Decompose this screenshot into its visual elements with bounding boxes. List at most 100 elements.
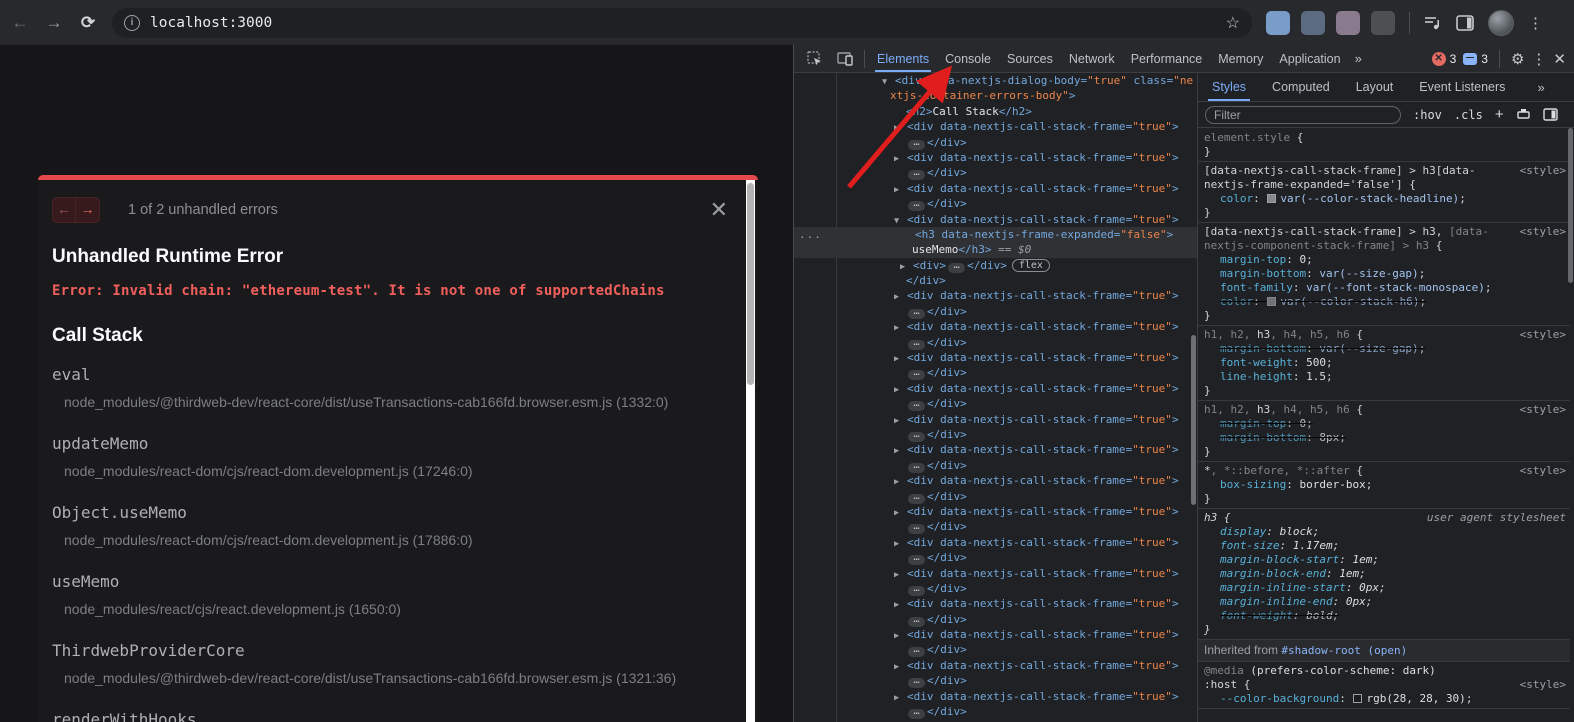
extension-icon[interactable] xyxy=(1301,11,1325,35)
collapsed-content-icon[interactable]: … xyxy=(908,432,925,442)
css-declaration[interactable]: --color-background: rgb(28, 28, 30); xyxy=(1204,692,1566,706)
call-stack-frame[interactable]: renderWithHooksnode_modules/react-dom/cj… xyxy=(52,710,732,722)
elements-scrollbar-thumb[interactable] xyxy=(1191,335,1196,505)
more-panels-icon[interactable]: » xyxy=(1349,51,1368,66)
devtools-tab-memory[interactable]: Memory xyxy=(1210,45,1271,72)
css-declaration[interactable]: font-family: var(--font-stack-monospace)… xyxy=(1204,281,1566,295)
dom-tree-row[interactable]: xtjs-container-errors-body"> xyxy=(794,88,1197,103)
expand-arrow-icon[interactable]: ▶ xyxy=(894,152,907,165)
styles-filter-input[interactable] xyxy=(1205,106,1401,124)
dom-tree-row[interactable]: ▶<div data-nextjs-call-stack-frame="true… xyxy=(794,658,1197,673)
collapsed-content-icon[interactable]: … xyxy=(908,401,925,411)
dom-tree-row[interactable]: ▶<div data-nextjs-call-stack-frame="true… xyxy=(794,319,1197,334)
dom-tree-row[interactable]: …</div> xyxy=(794,335,1197,350)
dom-tree-row[interactable]: …</div> xyxy=(794,196,1197,211)
devtools-menu-icon[interactable]: ⋮ xyxy=(1531,50,1546,68)
dom-tree-row[interactable]: </div> xyxy=(794,273,1197,288)
expand-arrow-icon[interactable]: ▶ xyxy=(894,598,907,611)
new-style-rule-icon[interactable]: + xyxy=(1495,106,1504,123)
dom-tree-row[interactable]: ▶<div data-nextjs-call-stack-frame="true… xyxy=(794,181,1197,196)
collapsed-content-icon[interactable]: … xyxy=(908,586,925,596)
sidebar-tab-computed[interactable]: Computed xyxy=(1272,73,1330,101)
dom-tree-row[interactable]: ...<h3 data-nextjs-frame-expanded="false… xyxy=(794,227,1197,242)
dom-tree-row[interactable]: …</div> xyxy=(794,550,1197,565)
dom-tree-row[interactable]: <h2>Call Stack</h2> xyxy=(794,104,1197,119)
dom-tree-row[interactable]: ▶<div data-nextjs-call-stack-frame="true… xyxy=(794,473,1197,488)
expand-arrow-icon[interactable]: ▶ xyxy=(894,568,907,581)
collapsed-content-icon[interactable]: … xyxy=(908,370,925,380)
css-declaration[interactable]: margin-bottom: var(--size-gap); xyxy=(1204,342,1566,356)
dom-tree-row[interactable]: …</div> xyxy=(794,135,1197,150)
sidebar-tab-event-listeners[interactable]: Event Listeners xyxy=(1419,73,1505,101)
call-stack-frame[interactable]: evalnode_modules/@thirdweb-dev/react-cor… xyxy=(52,365,732,410)
profile-avatar[interactable] xyxy=(1488,10,1514,36)
expand-arrow-icon[interactable]: ▶ xyxy=(894,629,907,642)
expand-arrow-icon[interactable]: ▼ xyxy=(894,214,907,227)
expand-arrow-icon[interactable]: ▶ xyxy=(894,537,907,550)
dom-tree-row[interactable]: …</div> xyxy=(794,581,1197,596)
css-declaration[interactable]: font-weight: bold; xyxy=(1204,609,1566,623)
dom-tree-row[interactable]: …</div> xyxy=(794,704,1197,719)
expand-arrow-icon[interactable]: ▶ xyxy=(894,506,907,519)
expand-arrow-icon[interactable]: ▶ xyxy=(894,383,907,396)
css-rule[interactable]: <style>[data-nextjs-call-stack-frame] > … xyxy=(1198,162,1570,223)
dom-tree-row[interactable]: ▶<div data-nextjs-call-stack-frame="true… xyxy=(794,566,1197,581)
devtools-tab-elements[interactable]: Elements xyxy=(869,45,937,72)
collapsed-content-icon[interactable]: … xyxy=(908,524,925,534)
side-panel-icon[interactable] xyxy=(1456,15,1474,31)
close-overlay-icon[interactable]: ✕ xyxy=(710,197,728,223)
css-declaration[interactable]: margin-inline-end: 0px; xyxy=(1204,595,1566,609)
dom-tree-row[interactable]: ▶<div data-nextjs-call-stack-frame="true… xyxy=(794,442,1197,457)
expand-arrow-icon[interactable]: ▶ xyxy=(894,691,907,704)
dom-tree-row[interactable]: ▶<div data-nextjs-call-stack-frame="true… xyxy=(794,689,1197,704)
dom-tree-row[interactable]: …</div> xyxy=(794,612,1197,627)
reload-icon[interactable]: ⟳ xyxy=(78,13,98,33)
css-rule[interactable]: <style>*, *::before, *::after {box-sizin… xyxy=(1198,462,1570,509)
css-rule[interactable]: <style>h1, h2, h3, h4, h5, h6 {margin-to… xyxy=(1198,401,1570,462)
dom-tree-row[interactable]: ▶<div data-nextjs-call-stack-frame="true… xyxy=(794,627,1197,642)
media-controls-icon[interactable] xyxy=(1424,15,1442,31)
computed-panel-toggle-icon[interactable] xyxy=(1543,108,1558,121)
collapsed-content-icon[interactable]: … xyxy=(908,140,925,150)
pseudo-state-toggle[interactable]: :hov xyxy=(1413,108,1442,122)
css-declaration[interactable]: margin-bottom: 8px; xyxy=(1204,431,1566,445)
collapsed-content-icon[interactable]: … xyxy=(908,494,925,504)
dom-tree-row[interactable]: …</div> xyxy=(794,427,1197,442)
call-stack-frame[interactable]: useMemonode_modules/react/cjs/react.deve… xyxy=(52,572,732,617)
dom-tree-row[interactable]: …</div> xyxy=(794,458,1197,473)
styles-scrollbar-thumb[interactable] xyxy=(1568,128,1573,283)
css-declaration[interactable]: box-sizing: border-box; xyxy=(1204,478,1566,492)
collapsed-content-icon[interactable]: … xyxy=(908,309,925,319)
dom-tree-row[interactable]: …</div> xyxy=(794,642,1197,657)
dom-tree-row[interactable]: …</div> xyxy=(794,519,1197,534)
color-swatch[interactable] xyxy=(1267,297,1276,306)
bookmark-star-icon[interactable]: ☆ xyxy=(1226,13,1240,33)
sidebar-tab-layout[interactable]: Layout xyxy=(1356,73,1394,101)
console-error-badge[interactable]: ✕ 3 xyxy=(1432,52,1457,66)
settings-gear-icon[interactable]: ⚙ xyxy=(1511,50,1524,68)
more-sidebar-tabs-icon[interactable]: » xyxy=(1531,80,1550,95)
collapsed-content-icon[interactable]: … xyxy=(908,463,925,473)
expand-arrow-icon[interactable]: ▶ xyxy=(894,475,907,488)
call-stack-frame[interactable]: ThirdwebProviderCorenode_modules/@thirdw… xyxy=(52,641,732,686)
expand-arrow-icon[interactable]: ▼ xyxy=(882,75,895,88)
expand-arrow-icon[interactable]: ▶ xyxy=(894,321,907,334)
css-declaration[interactable]: font-weight: 500; xyxy=(1204,356,1566,370)
expand-arrow-icon[interactable]: ▶ xyxy=(894,121,907,134)
dom-tree-row[interactable]: ▼<div data-nextjs-call-stack-frame="true… xyxy=(794,212,1197,227)
css-declaration[interactable]: margin-inline-start: 0px; xyxy=(1204,581,1566,595)
dom-tree-row[interactable]: …</div> xyxy=(794,304,1197,319)
shadow-root-link[interactable]: #shadow-root (open) xyxy=(1281,644,1407,657)
expand-arrow-icon[interactable]: ▶ xyxy=(894,290,907,303)
expand-arrow-icon[interactable]: ▶ xyxy=(894,183,907,196)
inspect-element-icon[interactable] xyxy=(806,50,824,68)
dom-tree-row[interactable]: ▶<div data-nextjs-call-stack-frame="true… xyxy=(794,504,1197,519)
dom-tree-row[interactable]: ▶<div data-nextjs-call-stack-frame="true… xyxy=(794,535,1197,550)
css-rule[interactable]: <style>h1, h2, h3, h4, h5, h6 {margin-bo… xyxy=(1198,326,1570,401)
expand-arrow-icon[interactable]: ▶ xyxy=(900,260,913,273)
rule-origin-link[interactable]: <style> xyxy=(1520,225,1566,239)
collapsed-content-icon[interactable]: … xyxy=(908,170,925,180)
dom-tree-row[interactable]: …</div> xyxy=(794,365,1197,380)
css-declaration[interactable]: margin-block-start: 1em; xyxy=(1204,553,1566,567)
extension-icon[interactable] xyxy=(1371,11,1395,35)
